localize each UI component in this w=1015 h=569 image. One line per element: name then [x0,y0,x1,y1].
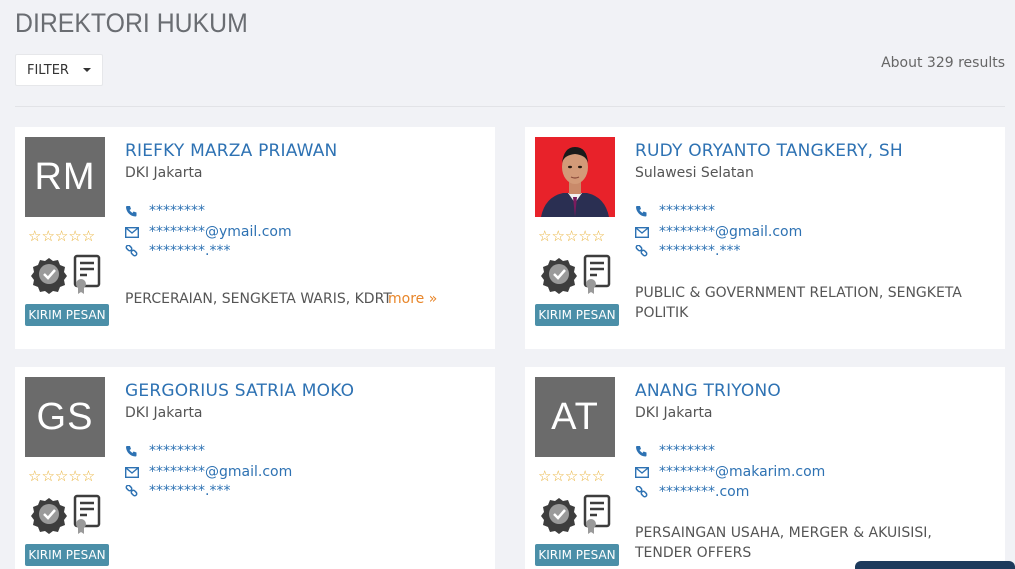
avatar[interactable]: AT [535,377,615,457]
send-message-button[interactable]: KIRIM PESAN [25,544,109,566]
divider [15,106,1005,107]
page-title: DIREKTORI HUKUM [15,8,248,38]
email-value[interactable]: ********@gmail.com [149,464,292,480]
email-row: ********@makarim.com [635,464,825,480]
website-row: ********.*** [125,483,230,499]
lawyer-name[interactable]: GERGORIUS SATRIA MOKO [125,381,354,401]
rating-stars: ☆☆☆☆☆ [538,467,606,485]
lawyer-location: Sulawesi Selatan [635,165,754,181]
specialties: PERSAINGAN USAHA, MERGER & AKUISISI, TEN… [635,525,932,561]
certificate-icon [73,494,101,534]
lawyer-name[interactable]: RUDY ORYANTO TANGKERY, SH [635,141,903,161]
email-icon [635,466,659,478]
website-row: ********.com [635,484,749,500]
rating-stars: ☆☆☆☆☆ [28,467,96,485]
phone-row: ******** [635,443,715,459]
phone-icon [125,205,149,217]
certificate-icon [583,254,611,294]
filter-label: FILTER [27,62,69,78]
website-row: ********.*** [635,243,740,259]
avatar[interactable]: RM [25,137,105,217]
send-message-button[interactable]: KIRIM PESAN [535,544,619,566]
phone-icon [125,445,149,457]
website-value[interactable]: ********.com [659,484,749,500]
email-value[interactable]: ********@ymail.com [149,224,292,240]
phone-row: ******** [125,443,205,459]
lawyer-card: ☆☆☆☆☆ KIRIM PESAN RUDY ORYANTO TANGKERY,… [525,127,1005,349]
phone-value[interactable]: ******** [659,203,715,219]
verified-seal-icon [541,258,577,294]
lawyer-location: DKI Jakarta [125,165,203,181]
website-value[interactable]: ********.*** [149,483,230,499]
specialties: PUBLIC & GOVERNMENT RELATION, SENGKETA P… [635,285,962,321]
phone-value[interactable]: ******** [659,443,715,459]
more-link[interactable]: more » [388,291,437,307]
phone-icon [635,445,659,457]
phone-value[interactable]: ******** [149,443,205,459]
lawyer-location: DKI Jakarta [635,405,713,421]
lawyer-card: GS ☆☆☆☆☆ KIRIM PESAN GERGORIUS SATRIA MO… [15,367,495,569]
send-message-button[interactable]: KIRIM PESAN [535,304,619,326]
avatar[interactable]: GS [25,377,105,457]
rating-stars: ☆☆☆☆☆ [538,227,606,245]
website-value[interactable]: ********.*** [149,243,230,259]
chat-widget-tab[interactable] [855,561,1015,569]
verified-seal-icon [31,258,67,294]
link-icon [635,485,659,499]
website-value[interactable]: ********.*** [659,243,740,259]
badges [541,494,611,534]
email-row: ********@gmail.com [635,224,802,240]
lawyer-name[interactable]: ANANG TRIYONO [635,381,781,401]
badges [541,254,611,294]
badges [31,494,101,534]
lawyer-card: RM ☆☆☆☆☆ KIRIM PESAN RIEFKY MARZA PRIAWA… [15,127,495,349]
phone-row: ******** [635,203,715,219]
email-icon [125,226,149,238]
link-icon [635,244,659,258]
email-icon [635,226,659,238]
email-value[interactable]: ********@makarim.com [659,464,825,480]
phone-row: ******** [125,203,205,219]
email-icon [125,466,149,478]
lawyer-name[interactable]: RIEFKY MARZA PRIAWAN [125,141,337,161]
email-value[interactable]: ********@gmail.com [659,224,802,240]
person-portrait [535,137,615,217]
avatar-photo[interactable] [535,137,615,217]
certificate-icon [73,254,101,294]
email-row: ********@gmail.com [125,464,292,480]
email-row: ********@ymail.com [125,224,292,240]
results-count: About 329 results [881,55,1005,71]
verified-seal-icon [31,498,67,534]
filter-dropdown[interactable]: FILTER [15,54,103,86]
send-message-button[interactable]: KIRIM PESAN [25,304,109,326]
phone-value[interactable]: ******** [149,203,205,219]
rating-stars: ☆☆☆☆☆ [28,227,96,245]
lawyer-card: AT ☆☆☆☆☆ KIRIM PESAN ANANG TRIYONO DKI J… [525,367,1005,569]
website-row: ********.*** [125,243,230,259]
link-icon [125,484,149,498]
phone-icon [635,205,659,217]
caret-down-icon [82,68,91,72]
verified-seal-icon [541,498,577,534]
lawyer-location: DKI Jakarta [125,405,203,421]
link-icon [125,244,149,258]
badges [31,254,101,294]
certificate-icon [583,494,611,534]
